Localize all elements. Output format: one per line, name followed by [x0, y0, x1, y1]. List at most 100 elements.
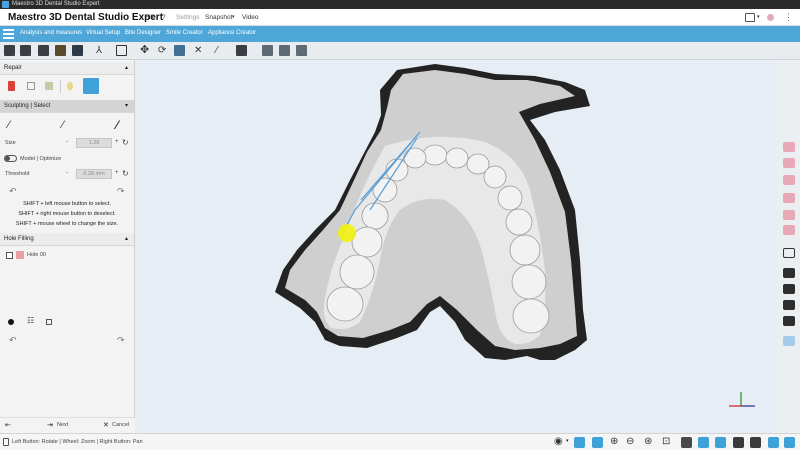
pink-tooth-icon[interactable]: [783, 193, 795, 203]
brush-thick-icon[interactable]: ⁄: [116, 119, 127, 131]
chevron-down-icon[interactable]: ▾: [125, 100, 128, 113]
section-sculpting-header[interactable]: Sculpting | Select ▾: [0, 100, 134, 113]
chevron-up-icon[interactable]: ▴: [125, 62, 128, 75]
brush-medium-icon[interactable]: ⁄: [62, 120, 73, 131]
zoom-out-icon[interactable]: ⊖: [626, 436, 634, 447]
brush-thin-icon[interactable]: ⁄: [8, 120, 19, 131]
select-brush-active-icon[interactable]: [83, 78, 99, 94]
pink-tooth-icon[interactable]: [783, 142, 795, 152]
fit-icon[interactable]: ⊡: [662, 436, 670, 447]
hole-item-label[interactable]: Hole 00: [27, 252, 46, 258]
shaded-view-icon[interactable]: [768, 437, 779, 448]
chevron-down-icon[interactable]: ▾: [757, 14, 760, 20]
chevron-down-icon[interactable]: ▾: [232, 14, 235, 20]
increase-icon[interactable]: +: [115, 170, 119, 176]
size-input[interactable]: 1.28: [76, 138, 112, 148]
deselect-icon[interactable]: [27, 82, 35, 90]
section-hole-filling-header[interactable]: Hole Filling ▴: [0, 233, 134, 246]
threshold-input[interactable]: 0.26 mm: [76, 169, 112, 179]
tooth-icon[interactable]: [783, 300, 795, 310]
menu-snapshot[interactable]: Snapshot: [205, 14, 232, 21]
square-icon[interactable]: [46, 319, 52, 325]
view-mode-icon[interactable]: [72, 45, 83, 56]
dental-model-render[interactable]: [135, 60, 777, 433]
fill-icon[interactable]: [8, 319, 14, 325]
tree-icon[interactable]: [55, 45, 66, 56]
pink-tooth-icon[interactable]: [783, 225, 795, 235]
render-icon[interactable]: [784, 437, 795, 448]
pink-tooth-icon[interactable]: [783, 175, 795, 185]
view-icon[interactable]: [681, 437, 692, 448]
redo-icon[interactable]: ↷: [117, 335, 125, 346]
tab-virtual-setup[interactable]: Virtual Setup: [86, 30, 120, 36]
increase-icon[interactable]: +: [115, 139, 119, 145]
monitor-icon[interactable]: [296, 45, 307, 56]
target-icon[interactable]: ⊛: [644, 436, 652, 447]
threshold-label: Threshold: [5, 171, 30, 177]
move-icon[interactable]: ✥: [140, 45, 151, 56]
save-icon[interactable]: [20, 45, 31, 56]
select-all-icon[interactable]: [45, 82, 53, 90]
reset-icon[interactable]: ↻: [122, 138, 129, 147]
mesh-icon[interactable]: [733, 437, 744, 448]
tooth-icon[interactable]: [783, 268, 795, 278]
section-repair-header[interactable]: Repair ▴: [0, 62, 134, 75]
lasso-select-icon[interactable]: [116, 45, 127, 56]
menu-file[interactable]: File: [145, 14, 155, 21]
open-file-icon[interactable]: [4, 45, 15, 56]
image-icon[interactable]: [174, 45, 185, 56]
undo-icon[interactable]: ↶: [9, 335, 17, 346]
undo-icon[interactable]: ↶: [9, 186, 17, 197]
reset-icon[interactable]: ↻: [122, 169, 129, 178]
lock-icon[interactable]: [38, 45, 49, 56]
brush-cursor: [338, 224, 356, 242]
decrease-icon[interactable]: -: [66, 139, 68, 145]
model-view-icon[interactable]: [715, 437, 726, 448]
chevron-up-icon[interactable]: ▴: [125, 233, 128, 246]
eye-icon[interactable]: ◉: [554, 436, 563, 447]
exit-icon[interactable]: ⇤: [5, 421, 11, 429]
decrease-icon[interactable]: -: [66, 170, 68, 176]
list-icon[interactable]: ☷: [27, 316, 34, 325]
measure-icon[interactable]: ⁄: [216, 45, 227, 56]
pink-tooth-icon[interactable]: [783, 158, 795, 168]
tooth-icon[interactable]: [783, 284, 795, 294]
menu-video[interactable]: Video: [242, 14, 259, 21]
pink-tooth-icon[interactable]: [783, 210, 795, 220]
chevron-down-icon[interactable]: ▾: [566, 438, 569, 444]
record-icon[interactable]: [767, 14, 774, 21]
wireframe-icon[interactable]: [750, 437, 761, 448]
zoom-in-icon[interactable]: ⊕: [610, 436, 618, 447]
redo-icon[interactable]: ↷: [117, 186, 125, 197]
next-button[interactable]: Next: [57, 422, 68, 428]
rotate-icon[interactable]: ⟳: [158, 45, 169, 56]
panel-footer: ⇤ ⇥ Next ✕ Cancel: [0, 417, 135, 433]
hole-checkbox[interactable]: [6, 252, 13, 259]
screen-icon[interactable]: [279, 45, 290, 56]
trash-icon[interactable]: [8, 81, 15, 91]
panel-icon[interactable]: [262, 45, 273, 56]
lasso-icon[interactable]: [783, 248, 795, 258]
axis-icon[interactable]: ⅄: [96, 45, 107, 56]
tab-analysis-and-measures[interactable]: Analysis and measures: [20, 30, 82, 36]
hamburger-menu-icon[interactable]: [3, 29, 14, 39]
tab-bite-designer[interactable]: Bite Designer: [125, 30, 161, 36]
image-view-icon[interactable]: [698, 437, 709, 448]
viewport-3d[interactable]: [135, 60, 777, 433]
mode-toggle[interactable]: [4, 155, 17, 162]
cancel-button[interactable]: Cancel: [112, 422, 129, 428]
app-title: Maestro 3D Dental Studio Expert: [8, 12, 164, 23]
tab-appliance-creator[interactable]: Appliance Creator: [208, 30, 256, 36]
cursor-mode-icon[interactable]: [592, 437, 603, 448]
tab-smile-creator[interactable]: Smile Creator: [166, 30, 203, 36]
selection-mode-icon[interactable]: [574, 437, 585, 448]
screen-icon[interactable]: [745, 13, 755, 22]
fill-drop-icon[interactable]: [67, 82, 73, 90]
tooth-icon[interactable]: [783, 316, 795, 326]
grid-icon[interactable]: [783, 336, 795, 346]
tools-icon[interactable]: ✕: [194, 45, 205, 56]
menu-help[interactable]: ?: [162, 14, 166, 21]
more-vertical-icon[interactable]: ⋮: [784, 12, 793, 23]
boolean-icon[interactable]: [236, 45, 247, 56]
menu-settings[interactable]: Settings: [176, 14, 200, 21]
